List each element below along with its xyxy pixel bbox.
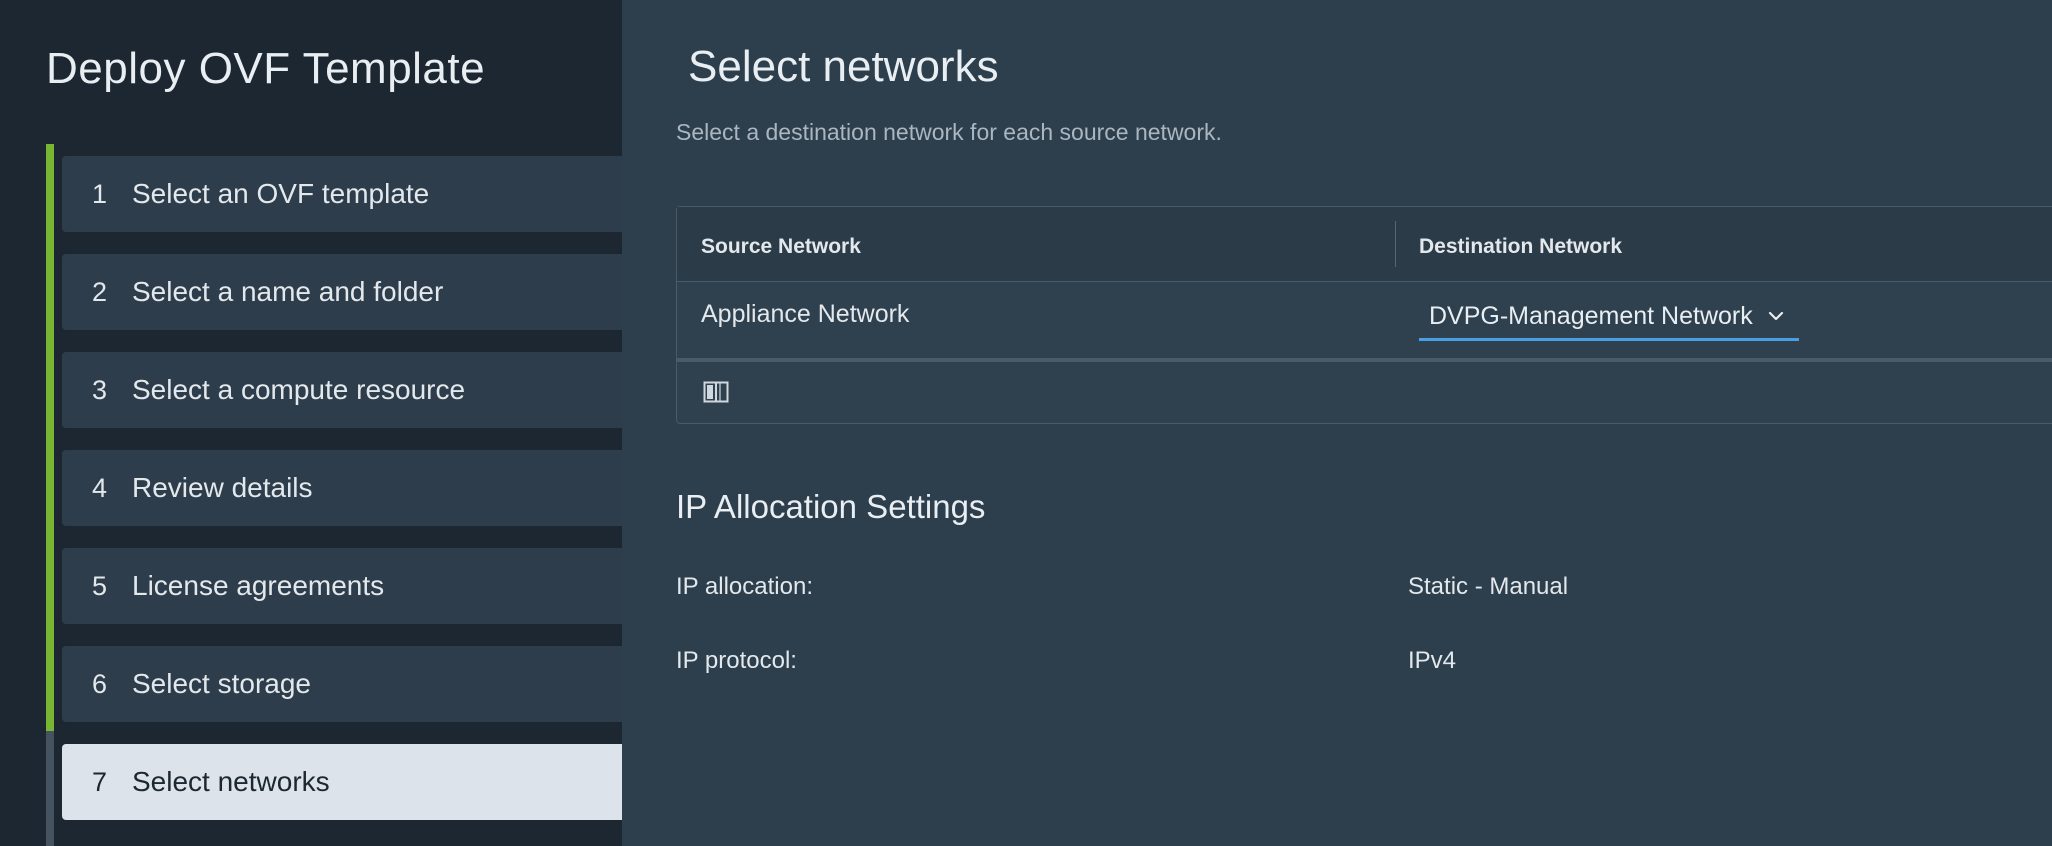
step-number: 3 [92,374,108,405]
step-label: Review details [132,472,313,503]
step-review-details[interactable]: 4 Review details [62,450,622,526]
step-number: 7 [92,766,108,797]
wizard-content: Select networks Select a destination net… [622,0,2052,846]
step-select-networks[interactable]: 7 Select networks [62,744,622,820]
network-mapping-grid: Source Network Destination Network Appli… [676,206,2052,424]
chevron-down-icon [1767,307,1785,325]
step-number: 6 [92,668,108,699]
ip-allocation-value: Static - Manual [1408,573,1569,600]
column-header-destination-network[interactable]: Destination Network [1419,235,1622,259]
ip-protocol-value: IPv4 [1408,647,1457,674]
wizard-sidebar: Deploy OVF Template 1 Select an OVF temp… [0,0,622,846]
wizard-title: Deploy OVF Template [46,44,486,93]
step-license-agreements[interactable]: 5 License agreements [62,548,622,624]
column-header-source-network[interactable]: Source Network [701,235,861,259]
step-label: Select storage [132,668,311,699]
column-resize-handle[interactable] [1395,221,1396,267]
step-number: 4 [92,472,108,503]
column-toggle-icon[interactable] [703,381,729,403]
table-row: Appliance Network DVPG-Management Networ… [677,282,2052,358]
step-select-compute-resource[interactable]: 3 Select a compute resource [62,352,622,428]
step-number: 2 [92,276,108,307]
step-select-storage[interactable]: 6 Select storage [62,646,622,722]
ip-allocation-label: IP allocation: [676,573,813,600]
step-progress-track [46,144,54,846]
step-label: Select an OVF template [132,178,430,209]
page-subtitle: Select a destination network for each so… [676,119,1222,145]
source-network-cell: Appliance Network [701,300,910,328]
grid-header: Source Network Destination Network [677,207,2052,282]
wizard-step-list: 1 Select an OVF template 2 Select a name… [62,156,622,842]
step-number: 1 [92,178,108,209]
destination-network-select[interactable]: DVPG-Management Network [1419,294,1799,341]
step-number: 5 [92,570,108,601]
step-label: Select a name and folder [132,276,444,307]
grid-footer [677,362,2052,423]
step-label: Select networks [132,766,330,797]
step-select-name-and-folder[interactable]: 2 Select a name and folder [62,254,622,330]
ip-allocation-section-title: IP Allocation Settings [676,488,986,525]
step-select-ovf-template[interactable]: 1 Select an OVF template [62,156,622,232]
page-title: Select networks [688,42,999,91]
step-label: License agreements [132,570,385,601]
step-label: Select a compute resource [132,374,466,405]
destination-network-value: DVPG-Management Network [1429,301,1753,330]
step-progress-fill [46,144,54,731]
ip-protocol-label: IP protocol: [676,647,797,674]
